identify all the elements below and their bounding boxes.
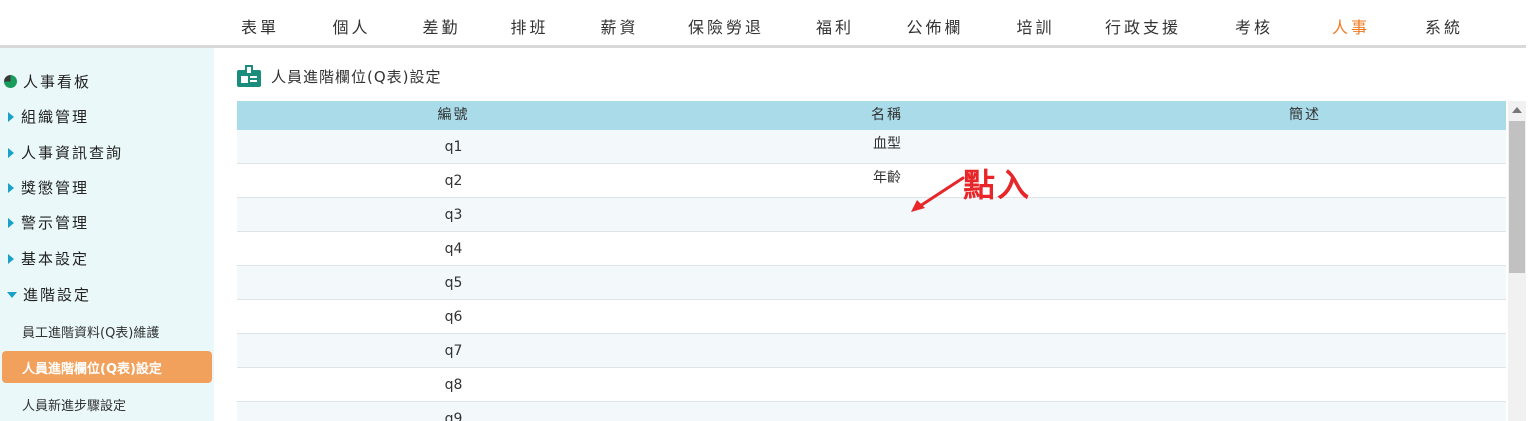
cell-id: q2 — [444, 173, 463, 189]
table-row[interactable]: q3 — [237, 198, 1506, 232]
column-header-name[interactable]: 名稱 — [670, 101, 1104, 130]
caret-right-icon — [8, 182, 14, 193]
sidebar-item-label: 組織管理 — [21, 108, 90, 126]
sidebar-subitem-q-field-settings[interactable]: 人員進階欄位(Q表)設定 — [2, 351, 212, 383]
sidebar-item-hr-query[interactable]: 人事資訊查詢 — [0, 135, 214, 170]
page-header: 人員進階欄位(Q表)設定 — [237, 64, 442, 88]
scrollbar-thumb[interactable] — [1509, 121, 1525, 273]
navbar-divider — [0, 45, 1526, 48]
sidebar-item-label: 人事看板 — [23, 73, 92, 91]
nav-item-scheduling[interactable]: 排班 — [485, 0, 574, 46]
cell-id: q1 — [444, 139, 463, 155]
nav-item-welfare[interactable]: 福利 — [787, 0, 883, 46]
nav-item-evaluation[interactable]: 考核 — [1202, 0, 1306, 46]
caret-right-icon — [8, 253, 14, 264]
cell-name — [670, 266, 1104, 299]
nav-item-training[interactable]: 培訓 — [987, 0, 1084, 46]
cell-name — [670, 198, 1104, 231]
sidebar-item-hr-dashboard[interactable]: 人事看板 — [0, 64, 214, 99]
table-row[interactable]: q8 — [237, 368, 1506, 402]
caret-right-icon — [8, 147, 14, 158]
sidebar-item-advanced-settings[interactable]: 進階設定 — [0, 277, 214, 312]
sidebar-item-label: 基本設定 — [21, 250, 90, 268]
cell-id: q4 — [444, 241, 463, 257]
caret-right-icon — [8, 217, 14, 228]
nav-item-system[interactable]: 系統 — [1396, 0, 1492, 46]
table-row[interactable]: q2 年齡 — [237, 164, 1506, 198]
nav-item-admin-support[interactable]: 行政支援 — [1084, 0, 1202, 46]
cell-description — [1104, 368, 1506, 401]
cell-name — [670, 300, 1104, 333]
caret-right-icon — [8, 111, 14, 122]
nav-item-forms[interactable]: 表單 — [215, 0, 305, 46]
cell-description — [1104, 266, 1506, 299]
cell-name — [670, 368, 1104, 401]
cell-name — [670, 334, 1104, 367]
sidebar: 人事看板 組織管理 人事資訊查詢 獎懲管理 警示管理 基本設定 進階設定 員工進… — [0, 48, 214, 421]
cell-description — [1104, 334, 1506, 367]
sidebar-item-basic-settings[interactable]: 基本設定 — [0, 241, 214, 276]
table-row[interactable]: q5 — [237, 266, 1506, 300]
cell-id: q7 — [444, 343, 463, 359]
page-title: 人員進階欄位(Q表)設定 — [271, 67, 442, 86]
cell-id: q5 — [444, 275, 463, 291]
nav-item-personal[interactable]: 個人 — [305, 0, 398, 46]
column-header-id[interactable]: 編號 — [237, 101, 670, 130]
nav-item-insurance[interactable]: 保險勞退 — [665, 0, 787, 46]
table-row[interactable]: q4 — [237, 232, 1506, 266]
table-row[interactable]: q6 — [237, 300, 1506, 334]
table-row[interactable]: q7 — [237, 334, 1506, 368]
annotation-label: 點入 — [963, 166, 1032, 204]
nav-item-attendance[interactable]: 差勤 — [398, 0, 485, 46]
sidebar-item-label: 人事資訊查詢 — [21, 144, 124, 162]
cell-name — [670, 402, 1104, 421]
cell-description — [1104, 164, 1506, 197]
sidebar-item-label: 獎懲管理 — [21, 179, 90, 197]
cell-description — [1104, 130, 1506, 163]
sidebar-item-org-management[interactable]: 組織管理 — [0, 99, 214, 134]
main-nav: 表單 個人 差勤 排班 薪資 保險勞退 福利 公佈欄 培訓 行政支援 考核 人事… — [215, 0, 1492, 48]
page-edge — [1526, 0, 1534, 421]
top-navbar: 表單 個人 差勤 排班 薪資 保險勞退 福利 公佈欄 培訓 行政支援 考核 人事… — [0, 0, 1534, 48]
sidebar-item-alerts[interactable]: 警示管理 — [0, 205, 214, 240]
nav-item-hr[interactable]: 人事 — [1306, 0, 1396, 48]
scroll-up-arrow-icon[interactable] — [1512, 107, 1522, 113]
nav-item-bulletin[interactable]: 公佈欄 — [883, 0, 987, 46]
cell-id: q9 — [444, 411, 463, 421]
vertical-scrollbar[interactable] — [1508, 101, 1526, 421]
nav-item-payroll[interactable]: 薪資 — [574, 0, 665, 46]
cell-description — [1104, 232, 1506, 265]
cell-description — [1104, 300, 1506, 333]
table-row[interactable]: q9 — [237, 402, 1506, 421]
cell-name — [670, 232, 1104, 265]
sidebar-item-label: 進階設定 — [23, 286, 92, 304]
column-header-description[interactable]: 簡述 — [1104, 101, 1506, 130]
sidebar-item-rewards[interactable]: 獎懲管理 — [0, 170, 214, 205]
id-badge-icon — [237, 65, 261, 87]
table-row[interactable]: q1 血型 — [237, 130, 1506, 164]
cell-id: q8 — [444, 377, 463, 393]
logo-remnant — [30, 0, 160, 5]
sidebar-item-label: 警示管理 — [21, 214, 90, 232]
sidebar-subitem-employee-q-data[interactable]: 員工進階資料(Q表)維護 — [0, 315, 214, 347]
cell-id: q6 — [444, 309, 463, 325]
cell-description — [1104, 402, 1506, 421]
table-body: q1 血型 q2 年齡 q3 q4 q5 q6 q7 q8 q9 — [237, 130, 1506, 421]
pie-chart-icon — [4, 75, 17, 88]
cell-description — [1104, 198, 1506, 231]
cell-id: q3 — [444, 207, 463, 223]
sidebar-subitem-onboarding-steps[interactable]: 人員新進步驟設定 — [0, 388, 214, 420]
table-header: 編號 名稱 簡述 — [237, 101, 1506, 130]
q-field-table: 編號 名稱 簡述 q1 血型 q2 年齡 q3 q4 q5 q6 q7 q8 q… — [237, 101, 1506, 421]
cell-name: 年齡 — [873, 170, 901, 186]
cell-name: 血型 — [873, 136, 901, 152]
caret-down-icon — [7, 291, 17, 298]
